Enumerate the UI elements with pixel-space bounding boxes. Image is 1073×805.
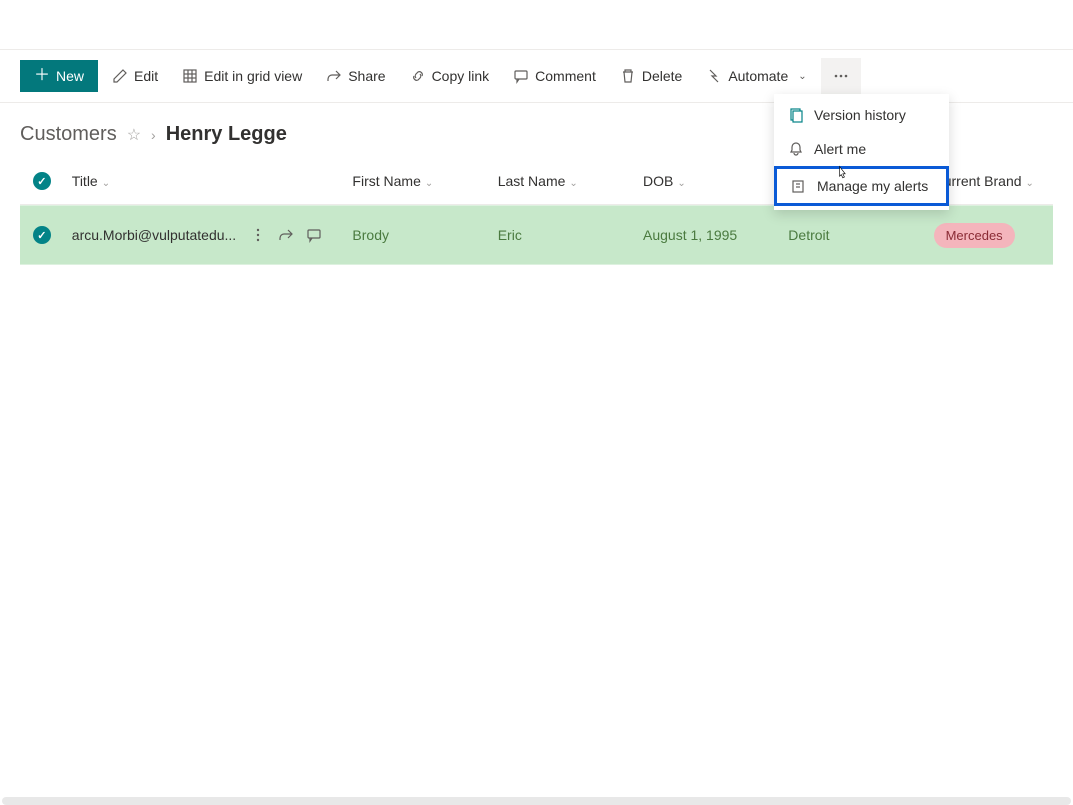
- comment-button[interactable]: Comment: [503, 60, 606, 92]
- copylink-label: Copy link: [432, 68, 490, 84]
- trash-icon: [620, 68, 636, 84]
- version-history-label: Version history: [814, 107, 906, 123]
- bell-icon: [788, 141, 804, 157]
- manage-alerts-icon: [791, 178, 807, 194]
- chevron-down-icon: ⌄: [102, 178, 110, 189]
- row-checkbox[interactable]: [20, 226, 64, 244]
- breadcrumb-list[interactable]: Customers: [20, 123, 117, 146]
- column-header-title[interactable]: Title⌄: [64, 173, 353, 189]
- pencil-icon: [112, 68, 128, 84]
- share-label: Share: [348, 68, 385, 84]
- plus-icon: ＋: [34, 68, 50, 84]
- version-history-item[interactable]: Version history: [774, 98, 949, 132]
- delete-button[interactable]: Delete: [610, 60, 692, 92]
- ellipsis-vertical-icon[interactable]: [250, 227, 266, 243]
- edit-label: Edit: [134, 68, 158, 84]
- edit-grid-label: Edit in grid view: [204, 68, 302, 84]
- share-button[interactable]: Share: [316, 60, 395, 92]
- copylink-button[interactable]: Copy link: [400, 60, 500, 92]
- table-row[interactable]: arcu.Morbi@vulputatedu... Brody Eric Aug…: [20, 205, 1053, 265]
- flow-icon: [706, 68, 722, 84]
- column-header-dob[interactable]: DOB⌄: [643, 173, 788, 189]
- delete-label: Delete: [642, 68, 682, 84]
- check-icon: [33, 172, 51, 190]
- comment-label: Comment: [535, 68, 596, 84]
- brand-badge: Mercedes: [934, 223, 1015, 248]
- share-icon: [326, 68, 342, 84]
- row-title[interactable]: arcu.Morbi@vulputatedu...: [72, 227, 236, 243]
- row-lastname: Eric: [498, 227, 643, 243]
- row-city: Detroit: [788, 227, 933, 243]
- manage-alerts-label: Manage my alerts: [817, 178, 928, 194]
- column-select-all[interactable]: [20, 172, 64, 190]
- link-icon: [410, 68, 426, 84]
- ellipsis-icon: [833, 68, 849, 84]
- edit-button[interactable]: Edit: [102, 60, 168, 92]
- more-actions-button[interactable]: [821, 58, 861, 94]
- automate-label: Automate: [728, 68, 788, 84]
- share-row-icon[interactable]: [278, 227, 294, 243]
- chevron-down-icon: ⌄: [677, 178, 685, 189]
- new-button[interactable]: ＋ New: [20, 60, 98, 92]
- history-icon: [788, 107, 804, 123]
- column-header-firstname[interactable]: First Name⌄: [352, 173, 497, 189]
- grid-icon: [182, 68, 198, 84]
- chevron-right-icon: ›: [151, 127, 156, 143]
- breadcrumb-item: Henry Legge: [166, 123, 287, 146]
- chevron-down-icon: ⌄: [569, 178, 577, 189]
- chevron-down-icon: ⌄: [1026, 178, 1034, 189]
- new-label: New: [56, 68, 84, 84]
- check-icon: [33, 226, 51, 244]
- automate-button[interactable]: Automate ⌄: [696, 60, 816, 92]
- edit-grid-button[interactable]: Edit in grid view: [172, 60, 312, 92]
- row-dob: August 1, 1995: [643, 227, 788, 243]
- manage-alerts-item[interactable]: Manage my alerts: [774, 166, 949, 206]
- column-header-brand[interactable]: Current Brand⌄: [934, 173, 1053, 189]
- star-icon[interactable]: ☆: [127, 125, 141, 145]
- column-header-lastname[interactable]: Last Name⌄: [498, 173, 643, 189]
- horizontal-scrollbar[interactable]: [2, 797, 1071, 805]
- comment-row-icon[interactable]: [306, 227, 322, 243]
- chevron-down-icon: ⌄: [798, 71, 806, 82]
- command-bar: ＋ New Edit Edit in grid view Share Copy …: [0, 50, 1073, 103]
- comment-icon: [513, 68, 529, 84]
- alert-me-label: Alert me: [814, 141, 866, 157]
- more-actions-dropdown: Version history Alert me Manage my alert…: [774, 94, 949, 210]
- row-brand: Mercedes: [934, 223, 1053, 248]
- alert-me-item[interactable]: Alert me: [774, 132, 949, 166]
- row-firstname: Brody: [352, 227, 497, 243]
- chevron-down-icon: ⌄: [425, 178, 433, 189]
